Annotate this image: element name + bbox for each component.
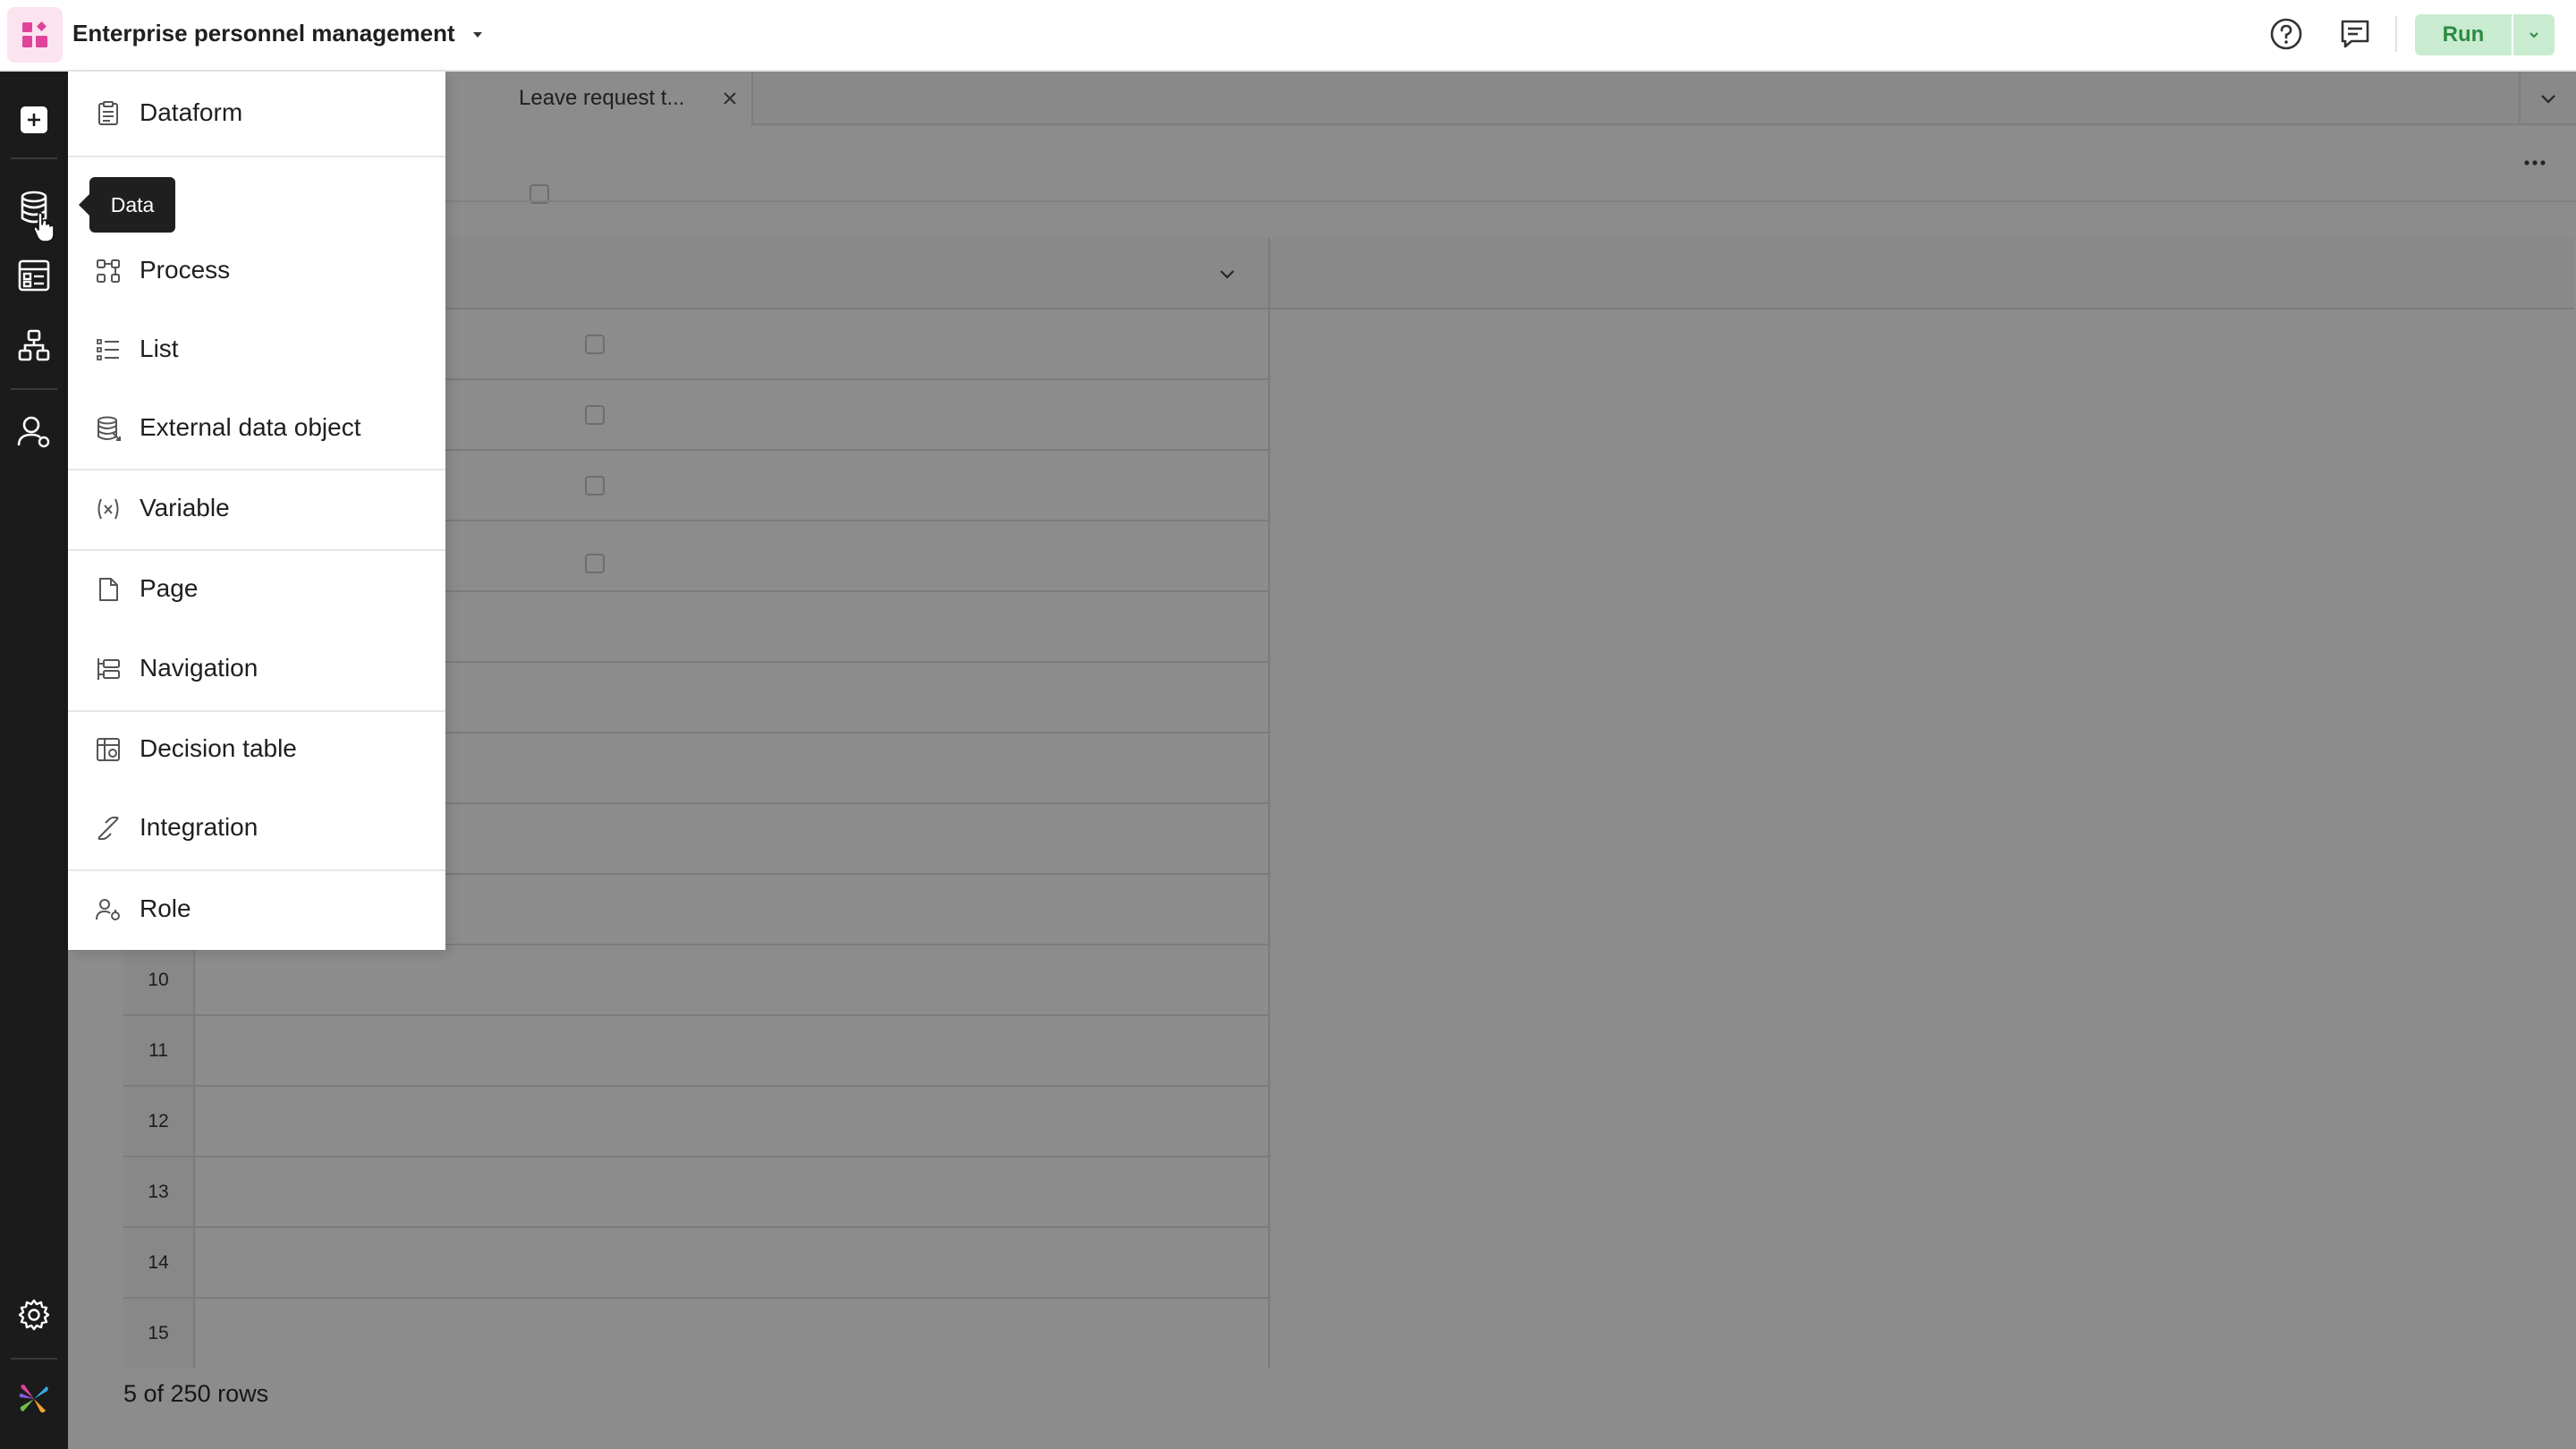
menu-item-decision-table[interactable]: Decision table	[68, 713, 445, 784]
menu-separator	[68, 869, 445, 871]
help-icon[interactable]	[2267, 15, 2305, 53]
run-options-button[interactable]	[2513, 14, 2555, 55]
menu-item-label: Role	[140, 894, 191, 922]
user-role-icon	[17, 416, 50, 448]
menu-separator	[68, 710, 445, 712]
rail-item-settings[interactable]	[0, 1288, 68, 1342]
chevron-down-icon[interactable]	[467, 24, 488, 46]
rail-item-forms[interactable]	[0, 249, 68, 302]
app-title[interactable]: Enterprise personnel management	[72, 18, 455, 48]
menu-item-role[interactable]: Role	[68, 873, 445, 945]
toolbar-divider	[2395, 16, 2397, 52]
rail-item-users[interactable]	[0, 404, 68, 458]
page-icon	[99, 578, 118, 601]
rail-separator	[11, 388, 57, 390]
menu-item-external-data-object[interactable]: External data object	[68, 392, 445, 463]
menu-item-label: Process	[140, 256, 231, 284]
brand-logo-icon	[0, 1372, 68, 1426]
process-icon	[18, 329, 50, 361]
comment-icon[interactable]	[2336, 15, 2374, 53]
rail-separator	[11, 1358, 57, 1360]
navigation-icon	[97, 658, 120, 680]
left-rail	[0, 72, 68, 1449]
decision-table-icon	[97, 738, 120, 761]
menu-item-integration[interactable]: Integration	[68, 792, 445, 863]
settings-icon	[18, 1299, 50, 1331]
variable-icon	[97, 498, 119, 520]
top-bar: Enterprise personnel management Run	[0, 0, 2576, 72]
menu-item-list[interactable]: List	[68, 313, 445, 385]
menu-separator	[68, 549, 445, 551]
menu-item-label: Decision table	[140, 734, 297, 762]
rail-item-process[interactable]	[0, 318, 68, 372]
chevron-down-icon	[2529, 32, 2538, 38]
process-icon	[97, 259, 120, 283]
run-button[interactable]: Run	[2415, 14, 2512, 55]
menu-item-label: Variable	[140, 494, 230, 521]
integration-icon	[97, 817, 119, 840]
menu-item-page[interactable]: Page	[68, 553, 445, 624]
menu-item-dataform[interactable]: Dataform	[68, 77, 445, 148]
external-data-icon	[97, 416, 121, 441]
add-icon	[21, 106, 47, 133]
menu-item-navigation[interactable]: Navigation	[68, 632, 445, 704]
form-icon	[18, 259, 50, 292]
mouse-cursor-icon	[33, 212, 55, 242]
menu-item-variable[interactable]: Variable	[68, 472, 445, 544]
dataform-icon	[98, 101, 118, 125]
tooltip: Data	[79, 177, 175, 233]
menu-item-label: Page	[140, 574, 199, 602]
menu-item-label: External data object	[140, 413, 361, 441]
menu-separator	[68, 469, 445, 470]
menu-item-process[interactable]: Process	[68, 234, 445, 306]
rail-separator	[11, 157, 57, 159]
role-icon	[96, 899, 120, 920]
rail-item-add[interactable]	[0, 93, 68, 147]
menu-item-label: List	[140, 335, 179, 362]
menu-item-label: Navigation	[140, 654, 258, 682]
app-logo-icon[interactable]	[7, 7, 63, 63]
menu-item-label: Dataform	[140, 98, 243, 126]
menu-item-label: Integration	[140, 813, 258, 841]
list-icon	[97, 339, 119, 360]
